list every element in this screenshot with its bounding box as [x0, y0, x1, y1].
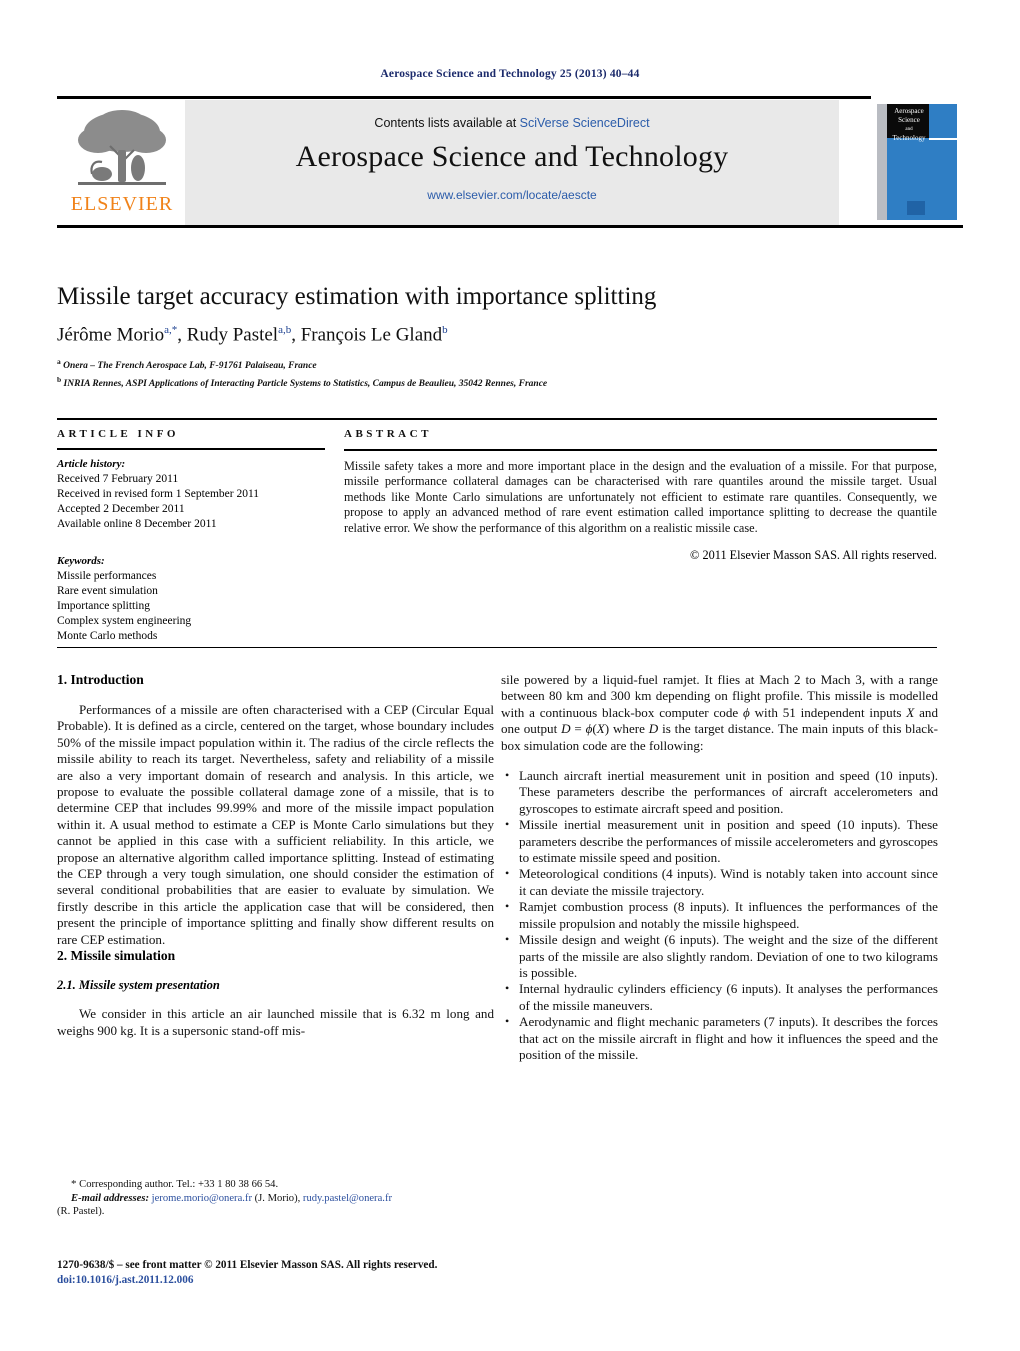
affiliation-a: a Onera – The French Aerospace Lab, F-91… — [57, 357, 317, 372]
keyword-item: Monte Carlo methods — [57, 629, 158, 642]
elsevier-logo: ELSEVIER — [63, 106, 181, 218]
list-item: Missile design and weight (6 inputs). Th… — [501, 931, 938, 981]
history-item: Available online 8 December 2011 — [57, 517, 217, 530]
issn-copyright-line: 1270-9638/$ – see front matter © 2011 El… — [57, 1259, 438, 1271]
elsevier-tree-icon — [78, 110, 166, 185]
list-item: Missile inertial measurement unit in pos… — [501, 816, 938, 866]
cover-publisher-mark — [907, 201, 925, 215]
title-block: Missile target accuracy estimation with … — [57, 282, 937, 392]
history-item: Received in revised form 1 September 201… — [57, 487, 260, 500]
masthead-bottom-rule — [57, 225, 963, 228]
journal-cover-image: Aerospace Science and Technology — [871, 96, 963, 224]
subsection-heading-missile-system-presentation: 2.1. Missile system presentation — [57, 978, 220, 993]
list-item: Ramjet combustion process (8 inputs). It… — [501, 898, 938, 932]
cover-title-line1: Aerospace — [894, 107, 924, 115]
page-title: Missile target accuracy estimation with … — [57, 283, 657, 310]
paragraph-introduction: Performances of a missile are often char… — [57, 702, 494, 947]
body-column-left: 1. Introduction Performances of a missil… — [57, 672, 494, 1039]
masthead-top-rule — [57, 96, 963, 99]
cover-title-line2: Science — [898, 116, 920, 124]
article-info-rule — [57, 448, 325, 450]
panel-top-rule — [57, 418, 937, 420]
abstract-rule — [344, 449, 937, 451]
email-link-morio[interactable]: jerome.morio@onera.fr — [152, 1193, 252, 1204]
cover-title-line4: Technology — [892, 134, 926, 142]
abstract-heading: ABSTRACT — [344, 428, 432, 440]
contents-prefix-text: Contents lists available at — [374, 116, 517, 130]
paragraph-missile-system-right: sile powered by a liquid-fuel ramjet. It… — [501, 672, 939, 753]
email-link-pastel[interactable]: rudy.pastel@onera.fr — [303, 1193, 392, 1204]
cover-divider — [929, 138, 957, 140]
journal-masthead: ELSEVIER Contents lists available at Sci… — [57, 96, 963, 228]
keyword-item: Complex system engineering — [57, 614, 192, 627]
keyword-item: Rare event simulation — [57, 584, 158, 597]
section-heading-missile-simulation: 2. Missile simulation — [57, 948, 176, 964]
keyword-item: Importance splitting — [57, 599, 150, 612]
corresponding-author-text: Corresponding author. Tel.: +33 1 80 38 … — [79, 1179, 279, 1190]
author-list: Jérôme Morioa,*, Rudy Pastela,b, Françoi… — [57, 324, 448, 346]
cover-inner: Aerospace Science and Technology — [877, 104, 957, 220]
journal-title: Aerospace Science and Technology — [295, 140, 729, 173]
running-head: Aerospace Science and Technology 25 (201… — [380, 68, 640, 80]
paragraph-missile-system-left: We consider in this article an air launc… — [57, 1006, 494, 1038]
body-column-right: sile powered by a liquid-fuel ramjet. It… — [501, 672, 938, 1063]
affiliation-a-text: Onera – The French Aerospace Lab, F-9176… — [63, 361, 317, 372]
cover-title-line3: and — [905, 127, 913, 132]
email-note: E-mail addresses: jerome.morio@onera.fr … — [57, 1192, 494, 1206]
asterisk-icon: * — [71, 1178, 77, 1190]
email-owner-pastel: (R. Pastel). — [57, 1206, 105, 1217]
email-label: E-mail addresses: — [71, 1192, 149, 1204]
history-item: Accepted 2 December 2011 — [57, 502, 185, 515]
article-info-column: ARTICLE INFO Article history: Received 7… — [57, 428, 325, 644]
abstract-column: ABSTRACT Missile safety takes a more and… — [344, 428, 937, 563]
list-item: Aerodynamic and flight mechanic paramete… — [501, 1013, 938, 1063]
masthead-center: Contents lists available at SciVerse Sci… — [185, 100, 839, 225]
doi-link[interactable]: doi:10.1016/j.ast.2011.12.006 — [57, 1273, 494, 1288]
affiliation-b: b INRIA Rennes, ASPI Applications of Int… — [57, 375, 548, 390]
list-item: Internal hydraulic cylinders efficiency … — [501, 980, 938, 1014]
keywords-block: Keywords: Missile performances Rare even… — [57, 554, 325, 644]
cover-title-text: Aerospace Science and Technology — [889, 107, 929, 143]
article-info-heading: ARTICLE INFO — [57, 428, 179, 440]
paper-page: Aerospace Science and Technology 25 (201… — [0, 0, 1020, 1351]
sciencedirect-link[interactable]: SciVerse ScienceDirect — [520, 116, 650, 130]
missile-inputs-list: Launch aircraft inertial measurement uni… — [501, 767, 938, 1063]
affiliation-b-text: INRIA Rennes, ASPI Applications of Inter… — [63, 379, 548, 390]
history-item: Received 7 February 2011 — [57, 472, 179, 485]
info-abstract-panel: ARTICLE INFO Article history: Received 7… — [57, 418, 937, 648]
footnote-block: * Corresponding author. Tel.: +33 1 80 3… — [57, 1178, 494, 1219]
elsevier-wordmark: ELSEVIER — [70, 193, 174, 215]
abstract-text: Missile safety takes a more and more imp… — [344, 458, 937, 535]
article-history-label: Article history: — [57, 457, 126, 470]
footer-copyright-block: 1270-9638/$ – see front matter © 2011 El… — [57, 1258, 494, 1287]
corresponding-author-note: * Corresponding author. Tel.: +33 1 80 3… — [57, 1178, 494, 1192]
list-item: Meteorological conditions (4 inputs). Wi… — [501, 865, 938, 899]
keywords-label: Keywords: — [57, 554, 105, 567]
list-item: Launch aircraft inertial measurement uni… — [501, 767, 938, 817]
keyword-item: Missile performances — [57, 569, 157, 582]
affiliations: a Onera – The French Aerospace Lab, F-91… — [57, 355, 937, 391]
email-owner-morio: (J. Morio), — [254, 1192, 301, 1204]
contents-available-line: Contents lists available at SciVerse Sci… — [185, 116, 839, 130]
abstract-copyright: © 2011 Elsevier Masson SAS. All rights r… — [690, 548, 937, 563]
panel-bottom-rule — [57, 646, 937, 648]
cover-spine — [877, 104, 887, 220]
journal-homepage-link[interactable]: www.elsevier.com/locate/aescte — [185, 188, 839, 202]
section-heading-introduction: 1. Introduction — [57, 672, 144, 687]
